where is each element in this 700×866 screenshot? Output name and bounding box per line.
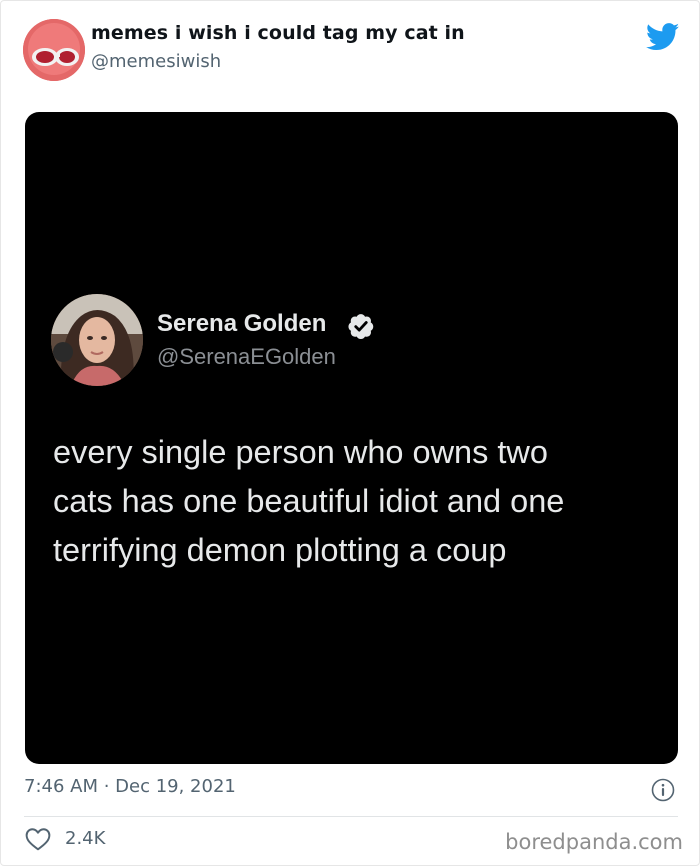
embedded-tweet-text: every single person who owns two cats ha… xyxy=(53,428,663,575)
embedded-avatar xyxy=(51,294,143,386)
timestamp-link[interactable]: 7:46 AM · Dec 19, 2021 xyxy=(24,776,236,797)
info-icon[interactable] xyxy=(651,778,675,802)
embedded-display-name: Serena Golden xyxy=(157,310,327,337)
twitter-bird-icon[interactable] xyxy=(646,23,680,51)
embedded-avatar-photo xyxy=(51,294,143,386)
verified-badge-icon xyxy=(348,314,374,339)
embedded-text-line: every single person who owns two xyxy=(53,434,548,470)
heart-icon[interactable] xyxy=(25,827,51,851)
divider xyxy=(24,816,678,817)
tweet-card: memes i wish i could tag my cat in @meme… xyxy=(0,0,700,866)
watermark: boredpanda.com xyxy=(505,830,683,854)
user-handle[interactable]: @memesiwish xyxy=(91,51,221,72)
avatar-image xyxy=(23,19,85,81)
embedded-text-line: cats has one beautiful idiot and one xyxy=(53,483,565,519)
embedded-user-handle: @SerenaEGolden xyxy=(157,344,336,369)
avatar[interactable] xyxy=(23,19,85,81)
like-count[interactable]: 2.4K xyxy=(65,828,105,849)
media-image[interactable]: Serena Golden @SerenaEGolden every singl… xyxy=(25,112,678,764)
display-name[interactable]: memes i wish i could tag my cat in xyxy=(91,22,465,44)
embedded-text-line: terrifying demon plotting a coup xyxy=(53,532,507,568)
